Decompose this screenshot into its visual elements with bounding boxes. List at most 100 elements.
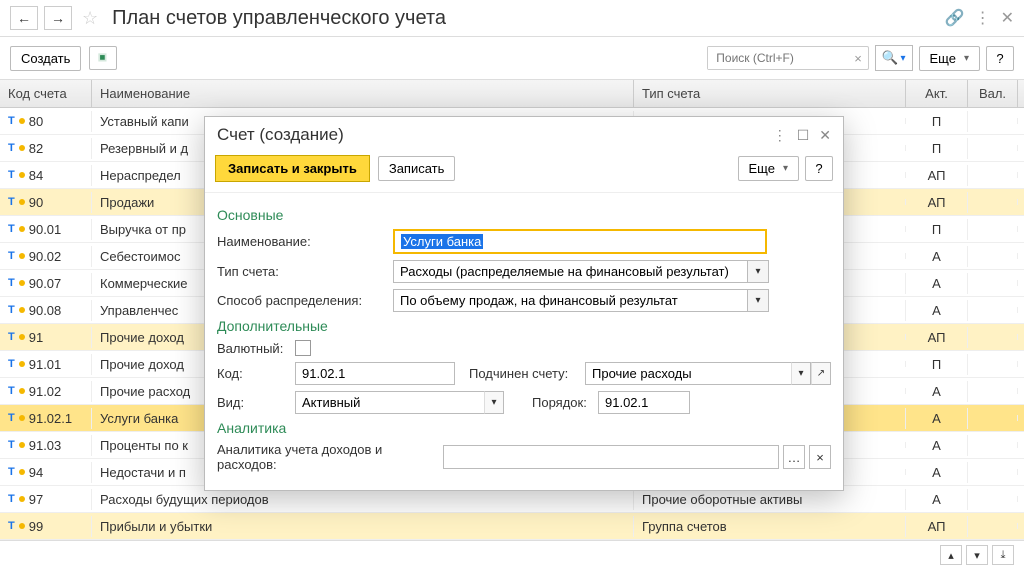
cell-code: T 91.03 [0, 435, 92, 456]
cell-code: T 99 [0, 516, 92, 537]
search-button[interactable]: 🔍 ▾ [875, 45, 913, 71]
section-additional-title: Дополнительные [217, 318, 831, 334]
analytics-input[interactable] [443, 445, 779, 469]
window-close-icon[interactable]: ✕ [1001, 8, 1014, 28]
cell-currency [968, 334, 1018, 340]
type-select-value[interactable] [393, 260, 747, 283]
parent-select[interactable]: ▾ ↗ [585, 362, 831, 385]
dialog-help-button[interactable]: ? [805, 156, 833, 181]
chevron-down-icon[interactable]: ▾ [484, 391, 504, 414]
cell-active: А [906, 435, 968, 456]
column-type[interactable]: Тип счета [634, 80, 906, 107]
kind-select[interactable]: ▾ [295, 391, 504, 414]
cell-active: АП [906, 192, 968, 213]
column-currency[interactable]: Вал. [968, 80, 1018, 107]
dialog-maximize-icon[interactable]: ☐ [797, 127, 810, 144]
search-field[interactable]: × [707, 46, 869, 70]
toolbar-more-button[interactable]: Еще [919, 46, 980, 71]
name-input[interactable]: Услуги банка [393, 229, 767, 254]
cell-active: А [906, 273, 968, 294]
dot-icon [19, 280, 25, 286]
page-down-button[interactable]: ▾ [966, 545, 988, 565]
cell-active: П [906, 354, 968, 375]
search-clear-icon[interactable]: × [848, 51, 868, 66]
dialog-more-button[interactable]: Еще [738, 156, 799, 181]
t-icon: T [8, 142, 15, 154]
cell-active: А [906, 246, 968, 267]
dot-icon [19, 442, 25, 448]
nav-back-button[interactable]: ← [10, 6, 38, 30]
kind-label: Вид: [217, 395, 289, 410]
section-main-title: Основные [217, 207, 831, 223]
order-label: Порядок: [532, 395, 592, 410]
dot-icon [19, 469, 25, 475]
cell-currency [968, 199, 1018, 205]
currency-checkbox[interactable] [295, 340, 311, 356]
cell-currency [968, 469, 1018, 475]
favorite-star-icon[interactable]: ☆ [82, 8, 98, 29]
chevron-down-icon[interactable]: ▾ [747, 260, 769, 283]
code-input[interactable] [295, 362, 455, 385]
cell-currency [968, 118, 1018, 124]
cell-code: T 90.08 [0, 300, 92, 321]
cell-code: T 91.02 [0, 381, 92, 402]
t-icon: T [8, 223, 15, 235]
dialog-toolbar: Записать и закрыть Записать Еще ? [205, 149, 843, 193]
dialog-more-icon[interactable]: ⋮ [773, 127, 787, 144]
cell-currency [968, 496, 1018, 502]
order-input[interactable] [598, 391, 690, 414]
table-header: Код счета Наименование Тип счета Акт. Ва… [0, 80, 1024, 108]
distribution-select-value[interactable] [393, 289, 747, 312]
type-select[interactable]: ▾ [393, 260, 769, 283]
more-dots-icon[interactable]: ⋮ [975, 8, 991, 28]
cell-code: T 90.01 [0, 219, 92, 240]
distribution-select[interactable]: ▾ [393, 289, 769, 312]
cell-currency [968, 361, 1018, 367]
column-code[interactable]: Код счета [0, 80, 92, 107]
dot-icon [19, 361, 25, 367]
nav-forward-button[interactable]: → [44, 6, 72, 30]
cell-currency [968, 226, 1018, 232]
toolbar-help-button[interactable]: ? [986, 46, 1014, 71]
page-up-button[interactable]: ▴ [940, 545, 962, 565]
chevron-down-icon[interactable]: ▾ [747, 289, 769, 312]
cell-name: Прибыли и убытки [92, 516, 634, 537]
column-active[interactable]: Акт. [906, 80, 968, 107]
dialog-title: Счет (создание) [217, 125, 344, 145]
cell-currency [968, 415, 1018, 421]
column-name[interactable]: Наименование [92, 80, 634, 107]
chevron-down-icon[interactable]: ▾ [791, 362, 811, 385]
table-row[interactable]: T 99Прибыли и убыткиГруппа счетовАП [0, 513, 1024, 540]
analytics-choose-icon[interactable]: … [783, 445, 805, 469]
cell-name: Расходы будущих периодов [92, 489, 634, 510]
parent-label: Подчинен счету: [469, 366, 579, 381]
page-last-button[interactable]: ⤓ [992, 545, 1014, 565]
t-icon: T [8, 439, 15, 451]
t-icon: T [8, 466, 15, 478]
open-parent-icon[interactable]: ↗ [811, 362, 831, 385]
t-icon: T [8, 304, 15, 316]
cell-type: Прочие оборотные активы [634, 489, 906, 510]
section-analytics-title: Аналитика [217, 420, 831, 436]
dot-icon [19, 226, 25, 232]
save-button[interactable]: Записать [378, 156, 456, 181]
dot-icon [19, 496, 25, 502]
cell-code: T 91 [0, 327, 92, 348]
cell-code: T 90.07 [0, 273, 92, 294]
save-and-close-button[interactable]: Записать и закрыть [215, 155, 370, 182]
cell-currency [968, 388, 1018, 394]
cell-type: Группа счетов [634, 516, 906, 537]
search-input[interactable] [708, 47, 848, 69]
analytics-clear-icon[interactable]: × [809, 445, 831, 469]
cell-active: А [906, 300, 968, 321]
link-icon[interactable]: 🔗 [945, 8, 965, 28]
refresh-button[interactable] [89, 46, 117, 70]
cell-currency [968, 442, 1018, 448]
dialog-close-icon[interactable]: ✕ [819, 127, 831, 144]
cell-active: А [906, 381, 968, 402]
kind-value[interactable] [295, 391, 484, 414]
parent-value[interactable] [585, 362, 791, 385]
create-button[interactable]: Создать [10, 46, 81, 71]
cell-active: АП [906, 165, 968, 186]
dot-icon [19, 334, 25, 340]
